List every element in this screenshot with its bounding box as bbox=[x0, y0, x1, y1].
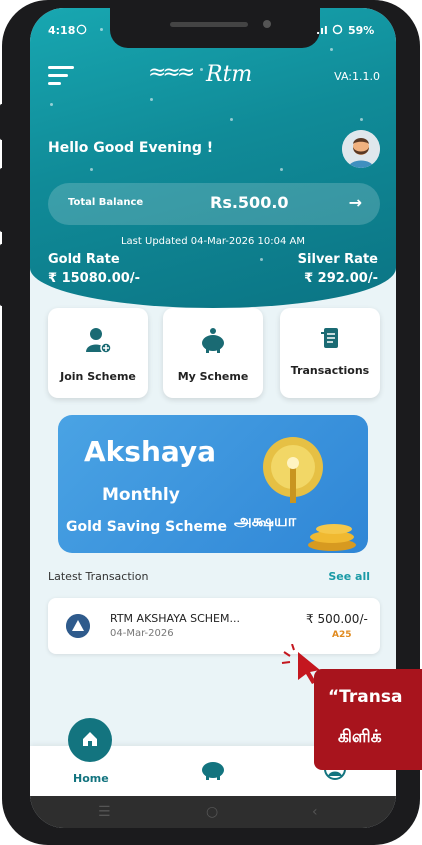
join-scheme-label: Join Scheme bbox=[60, 370, 136, 383]
silver-rate: Silver Rate ₹ 292.00/- bbox=[298, 252, 378, 286]
banner-subtitle: Monthly bbox=[102, 485, 180, 505]
home-label[interactable]: Home bbox=[73, 772, 109, 785]
transaction-date: 04-Mar-2026 bbox=[110, 628, 174, 639]
callout-line-1: “Transa bbox=[328, 687, 403, 707]
system-home-icon[interactable]: ○ bbox=[206, 804, 218, 820]
total-balance-label: Total Balance bbox=[68, 197, 144, 208]
gold-tree-icon bbox=[263, 437, 323, 503]
transaction-row[interactable]: RTM AKSHAYA SCHEM... 04-Mar-2026 ₹ 500.0… bbox=[48, 598, 380, 654]
scheme-logo-icon bbox=[66, 614, 90, 638]
logo-text: Rtm bbox=[206, 62, 253, 87]
total-balance-card[interactable]: Total Balance Rs.500.0 → bbox=[48, 183, 380, 225]
battery-icon bbox=[332, 24, 343, 38]
piggy-bank-nav-icon[interactable] bbox=[200, 758, 226, 780]
transactions-button[interactable]: Transactions bbox=[280, 308, 380, 398]
transaction-code: A25 bbox=[332, 630, 352, 640]
transaction-amount: ₹ 500.00/- bbox=[306, 612, 368, 626]
battery-percent: 59% bbox=[348, 24, 375, 37]
piggy-bank-icon bbox=[202, 328, 224, 353]
silver-rate-value: ₹ 292.00/- bbox=[304, 271, 378, 286]
app-version: VA:1.1.0 bbox=[334, 70, 380, 83]
callout-line-2: கிளிக் bbox=[338, 727, 382, 747]
menu-icon[interactable] bbox=[48, 64, 76, 86]
whatsapp-icon bbox=[76, 24, 87, 38]
rtm-logo: ≈≈≈ Rtm bbox=[148, 56, 268, 92]
akshaya-banner[interactable]: Akshaya Monthly Gold Saving Scheme அக்ஷய… bbox=[58, 415, 368, 553]
add-user-icon bbox=[86, 328, 112, 354]
total-balance-amount: Rs.500.0 bbox=[210, 193, 289, 212]
see-all-link[interactable]: See all bbox=[328, 570, 370, 583]
gold-coins-icon bbox=[308, 524, 356, 551]
callout-banner: “Transa கிளிக் bbox=[314, 669, 422, 770]
home-button[interactable] bbox=[68, 718, 112, 762]
recents-icon[interactable]: ☰ bbox=[98, 804, 111, 820]
gold-rate: Gold Rate ₹ 15080.00/- bbox=[48, 252, 140, 286]
receipt-icon bbox=[321, 328, 338, 348]
transaction-name: RTM AKSHAYA SCHEM... bbox=[110, 612, 240, 625]
home-icon bbox=[83, 732, 97, 746]
transactions-label: Transactions bbox=[290, 364, 370, 377]
arrow-right-icon: → bbox=[348, 193, 362, 212]
my-scheme-label: My Scheme bbox=[177, 370, 249, 383]
signal-icon: .ıl bbox=[316, 24, 328, 37]
back-icon[interactable]: ‹ bbox=[312, 804, 318, 820]
logo-swoosh-icon: ≈≈≈ bbox=[148, 60, 195, 85]
join-scheme-button[interactable]: Join Scheme bbox=[48, 308, 148, 398]
gold-rate-label: Gold Rate bbox=[48, 252, 120, 267]
avatar[interactable] bbox=[342, 130, 380, 168]
silver-rate-label: Silver Rate bbox=[297, 252, 378, 267]
last-updated: Last Updated 04-Mar-2026 10:04 AM bbox=[120, 236, 305, 247]
banner-tamil-title: அக்ஷயா bbox=[234, 511, 297, 530]
system-navigation-bar: ☰ ○ ‹ bbox=[30, 796, 396, 828]
banner-title: Akshaya bbox=[84, 435, 217, 468]
gold-rate-value: ₹ 15080.00/- bbox=[48, 271, 140, 286]
my-scheme-button[interactable]: My Scheme bbox=[163, 308, 263, 398]
status-time: 4:18 bbox=[48, 24, 76, 37]
banner-scheme: Gold Saving Scheme bbox=[66, 519, 228, 535]
greeting: Hello Good Evening ! bbox=[48, 140, 214, 156]
camera-notch bbox=[110, 8, 320, 48]
latest-transaction-title: Latest Transaction bbox=[48, 570, 149, 583]
